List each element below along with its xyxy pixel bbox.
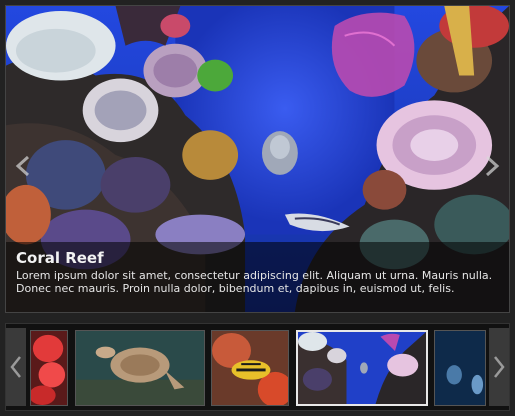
main-slide-viewer: Coral Reef Lorem ipsum dolor sit amet, c… [5,5,510,313]
slide-caption: Coral Reef Lorem ipsum dolor sit amet, c… [6,242,509,312]
chevron-right-icon [494,356,505,378]
red-coral-image [31,331,67,405]
chevron-left-icon [10,356,21,378]
sea-turtle-image [76,331,204,405]
next-slide-button[interactable] [483,154,501,178]
previous-slide-button[interactable] [14,154,32,178]
slide-title: Coral Reef [16,249,104,267]
striped-fish-image [212,331,288,405]
blue-fish-image [435,331,485,405]
slide-description: Lorem ipsum dolor sit amet, consectetur … [16,269,493,295]
thumbnails-next-button[interactable] [489,328,509,406]
thumbnail-striped-fish[interactable] [211,330,289,406]
chevron-right-icon [485,155,500,177]
thumbnail-coral-reef[interactable] [296,330,428,406]
thumbnail-blue-fish[interactable] [434,330,486,406]
thumbnails-previous-button[interactable] [6,328,26,406]
coral-reef-thumbnail-image [298,332,426,404]
thumbnail-sea-turtle[interactable] [75,330,205,406]
chevron-left-icon [15,155,30,177]
thumbnail-red-coral[interactable] [30,330,68,406]
thumbnail-strip [5,323,510,411]
